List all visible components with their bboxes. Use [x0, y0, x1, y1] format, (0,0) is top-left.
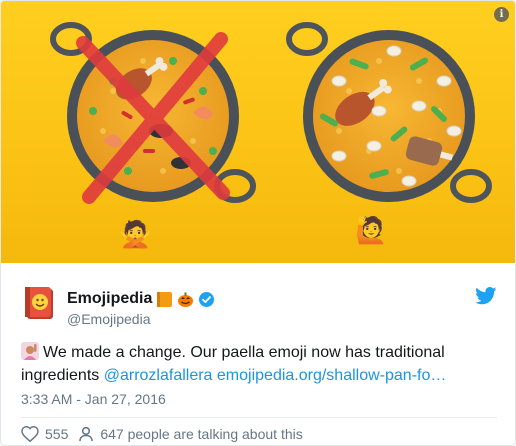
person-raising-hand-icon	[21, 342, 39, 360]
mention-link[interactable]: @arrozlafallera	[104, 367, 213, 384]
info-icon[interactable]: i	[494, 7, 509, 22]
tweet-text-line2: ingredients	[21, 367, 104, 384]
user-handle[interactable]: @Emojipedia	[67, 311, 215, 327]
tweet-card: i 🙅 🙋 Emojipedia @Emojipedia We made a c…	[0, 0, 516, 446]
user-names: Emojipedia @Emojipedia	[67, 289, 215, 327]
person-icon	[79, 426, 94, 442]
talking-count[interactable]: 647 people are talking about this	[100, 426, 302, 442]
heart-icon[interactable]	[21, 426, 39, 442]
tweet-text-line1: We made a change. Our paella emoji now h…	[43, 344, 445, 361]
tweet-actions: 555 647 people are talking about this	[21, 417, 497, 442]
tweet-body: Emojipedia @Emojipedia We made a change.…	[1, 263, 515, 445]
jack-o-lantern-icon	[178, 292, 194, 307]
url-link[interactable]: emojipedia.org/shallow-pan-fo…	[217, 367, 446, 384]
like-count: 555	[45, 426, 69, 442]
person-raising-hand-icon: 🙋	[355, 215, 388, 245]
twitter-bird-icon[interactable]	[475, 287, 497, 305]
tweet-media-image[interactable]: i 🙅 🙋	[1, 1, 515, 263]
person-gesturing-no-icon: 🙅	[119, 219, 152, 249]
display-name[interactable]: Emojipedia	[67, 290, 152, 308]
tweet-header: Emojipedia @Emojipedia	[21, 283, 497, 331]
book-icon	[157, 291, 173, 307]
paella-pan-old-icon	[50, 22, 256, 204]
tweet-text: We made a change. Our paella emoji now h…	[21, 341, 497, 387]
paella-pan-new-icon	[286, 22, 492, 203]
tweet-timestamp[interactable]: 3:33 AM - Jan 27, 2016	[21, 391, 497, 407]
avatar[interactable]	[21, 285, 57, 321]
verified-badge-icon	[199, 291, 215, 307]
